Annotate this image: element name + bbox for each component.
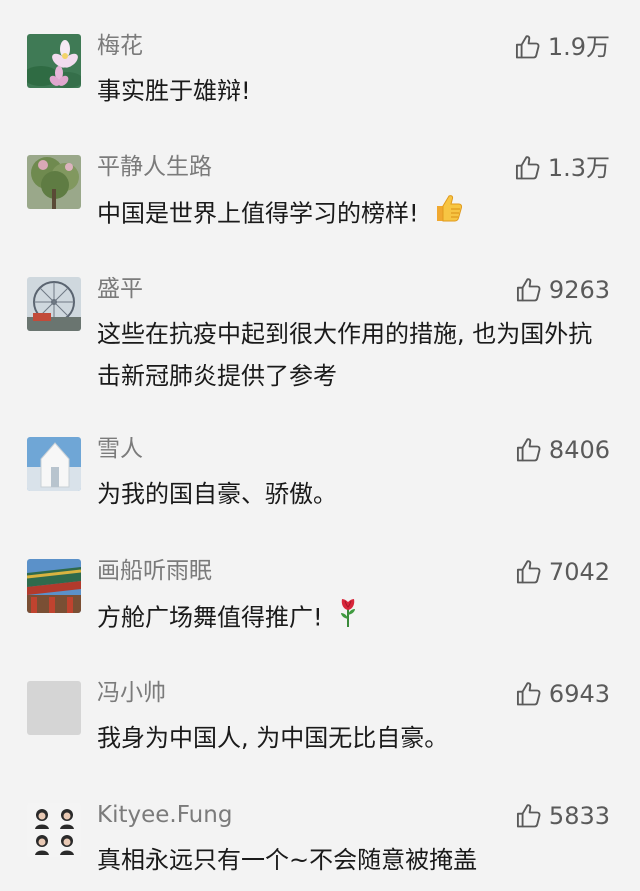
commenter-name: 盛平 — [97, 276, 143, 302]
like-count: 9263 — [548, 276, 610, 304]
thumbs-up-icon — [515, 35, 540, 59]
blank-avatar[interactable] — [27, 681, 81, 735]
thumbs-up-emoji — [431, 191, 465, 238]
commenter-name: 画船听雨眠 — [97, 558, 212, 584]
temple-roof-avatar[interactable] — [27, 559, 81, 613]
comment-text: 事实胜于雄辩! — [97, 77, 251, 105]
commenter-name: 冯小帅 — [97, 680, 166, 706]
like-count: 1.3万 — [547, 154, 610, 182]
like-button[interactable]: 7042 — [515, 556, 610, 588]
thumbs-up-icon — [516, 560, 541, 584]
rose-emoji — [335, 595, 361, 642]
commenter-name: 雪人 — [97, 436, 143, 462]
thumbs-up-icon — [516, 804, 541, 828]
thumbs-up-icon — [516, 278, 541, 302]
thumbs-up-icon — [516, 438, 541, 462]
like-count: 1.9万 — [547, 33, 610, 61]
comment-text-content: 方舱广场舞值得推广! — [97, 603, 323, 632]
comment-text: 中国是世界上值得学习的榜样! — [97, 191, 597, 238]
comment-text: 方舱广场舞值得推广! — [97, 595, 597, 642]
comment-text-content: 中国是世界上值得学习的榜样! — [97, 199, 419, 228]
comment-text: 真相永远只有一个~不会随意被掩盖 — [97, 846, 478, 874]
commenter-name: Kityee.Fung — [97, 802, 233, 828]
like-button[interactable]: 9263 — [515, 274, 610, 306]
like-count: 5833 — [548, 802, 610, 830]
like-count: 7042 — [548, 558, 610, 586]
commenter-name: 梅花 — [97, 33, 143, 59]
like-button[interactable]: 1.9万 — [514, 31, 610, 63]
like-button[interactable]: 1.3万 — [514, 152, 610, 184]
like-button[interactable]: 8406 — [515, 434, 610, 466]
comment-text: 我身为中国人, 为中国无比自豪。 — [97, 724, 449, 752]
thumbs-up-icon — [515, 156, 540, 180]
like-count: 8406 — [548, 436, 610, 464]
comment-text: 这些在抗疫中起到很大作用的措施, 也为国外抗击新冠肺炎提供了参考 — [97, 320, 593, 390]
commenter-name: 平静人生路 — [97, 154, 212, 180]
ferris-wheel-avatar[interactable] — [27, 277, 81, 331]
like-count: 6943 — [548, 680, 610, 708]
like-button[interactable]: 5833 — [515, 800, 610, 832]
photo-grid-avatar[interactable] — [27, 803, 81, 857]
white-building-avatar[interactable] — [27, 437, 81, 491]
thumbs-up-icon — [516, 682, 541, 706]
like-button[interactable]: 6943 — [515, 678, 610, 710]
lotus-flower-avatar[interactable] — [27, 34, 81, 88]
comment-text: 为我的国自豪、骄傲。 — [97, 480, 337, 508]
tree-avatar[interactable] — [27, 155, 81, 209]
